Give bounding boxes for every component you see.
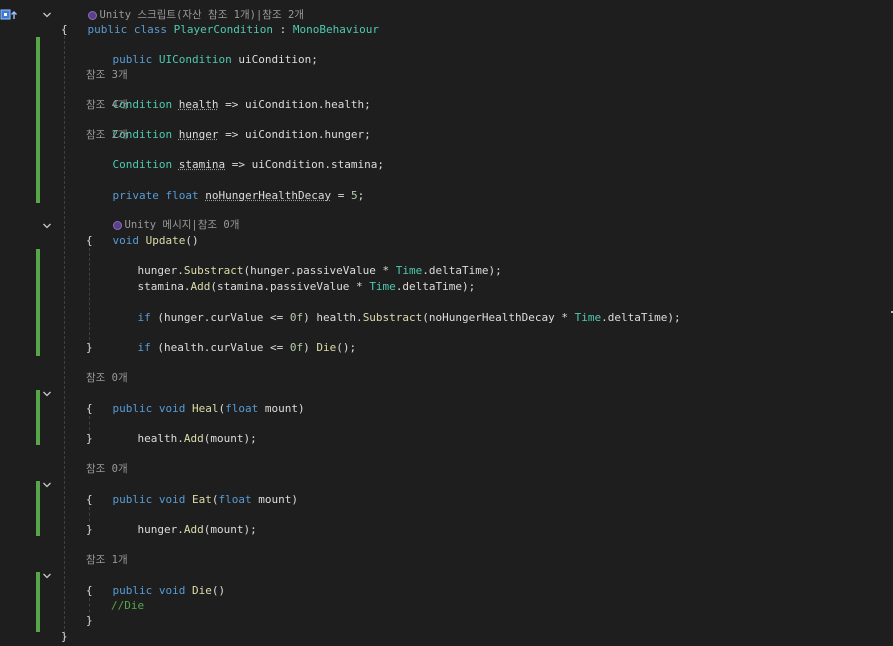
code-editor[interactable]: Unity 스크립트(자산 참조 1개)|참조 2개 public class … (0, 0, 893, 646)
codelens-refs[interactable]: 참조 2개 (86, 127, 128, 142)
codelens-refs[interactable]: 참조 1개 (86, 552, 128, 567)
class-member-icon[interactable] (0, 9, 20, 21)
method-die-signature[interactable]: public void Die() (86, 568, 226, 597)
code-line[interactable]: if (hunger.curValue <= 0f) health.Substr… (111, 295, 681, 324)
close-brace[interactable]: } (86, 431, 93, 446)
change-indicator (36, 37, 40, 203)
open-brace[interactable]: { (61, 22, 68, 37)
close-brace[interactable]: } (86, 522, 93, 537)
change-indicator (36, 572, 40, 632)
indent-guide (64, 36, 65, 639)
class-declaration[interactable]: public class PlayerCondition : MonoBehav… (61, 7, 379, 36)
codelens-refs[interactable]: 참조 0개 (86, 370, 128, 385)
change-indicator (36, 390, 40, 445)
method-update-signature[interactable]: void Update() (86, 218, 199, 247)
change-indicator (36, 481, 40, 536)
open-brace[interactable]: { (86, 583, 93, 598)
property-hunger[interactable]: Condition hunger => uiCondition.hunger; (86, 112, 371, 141)
codelens-refs[interactable]: 참조 4개 (86, 97, 128, 112)
method-eat-signature[interactable]: public void Eat(float mount) (86, 477, 299, 506)
fold-chevron-icon[interactable] (42, 10, 52, 20)
fold-chevron-icon[interactable] (42, 389, 52, 399)
close-brace[interactable]: } (86, 613, 93, 628)
property-stamina[interactable]: Condition stamina => uiCondition.stamina… (86, 142, 385, 171)
codelens-class[interactable]: Unity 스크립트(자산 참조 1개)|참조 2개 (61, 0, 304, 21)
field-uicondition[interactable]: public UICondition uiCondition; (86, 37, 318, 66)
field-nohungerhealthdecay[interactable]: private float noHungerHealthDecay = 5; (86, 173, 365, 202)
fold-chevron-icon[interactable] (42, 571, 52, 581)
property-health[interactable]: Condition health => uiCondition.health; (86, 82, 371, 111)
code-line[interactable]: stamina.Add(stamina.passiveValue * Time.… (111, 264, 476, 293)
change-indicator (36, 249, 40, 356)
method-heal-signature[interactable]: public void Heal(float mount) (86, 386, 305, 415)
open-brace[interactable]: { (86, 401, 93, 416)
fold-chevron-icon[interactable] (42, 480, 52, 490)
codelens-refs[interactable]: 참조 3개 (86, 67, 128, 82)
open-brace[interactable]: { (86, 233, 93, 248)
codelens-refs[interactable]: 참조 0개 (86, 461, 128, 476)
codelens-unity-message[interactable]: Unity 메시지|참조 0개 (86, 202, 239, 231)
code-line[interactable]: hunger.Add(mount); (111, 507, 257, 536)
fold-chevron-icon[interactable] (42, 221, 52, 231)
comment-line[interactable]: //Die (111, 598, 144, 613)
close-brace[interactable]: } (86, 340, 93, 355)
code-line[interactable]: health.Add(mount); (111, 416, 257, 445)
open-brace[interactable]: { (86, 492, 93, 507)
code-line[interactable]: if (health.curValue <= 0f) Die(); (111, 325, 357, 354)
code-line[interactable]: hunger.Substract(hunger.passiveValue * T… (111, 248, 502, 277)
class-close-brace[interactable]: } (61, 629, 68, 644)
